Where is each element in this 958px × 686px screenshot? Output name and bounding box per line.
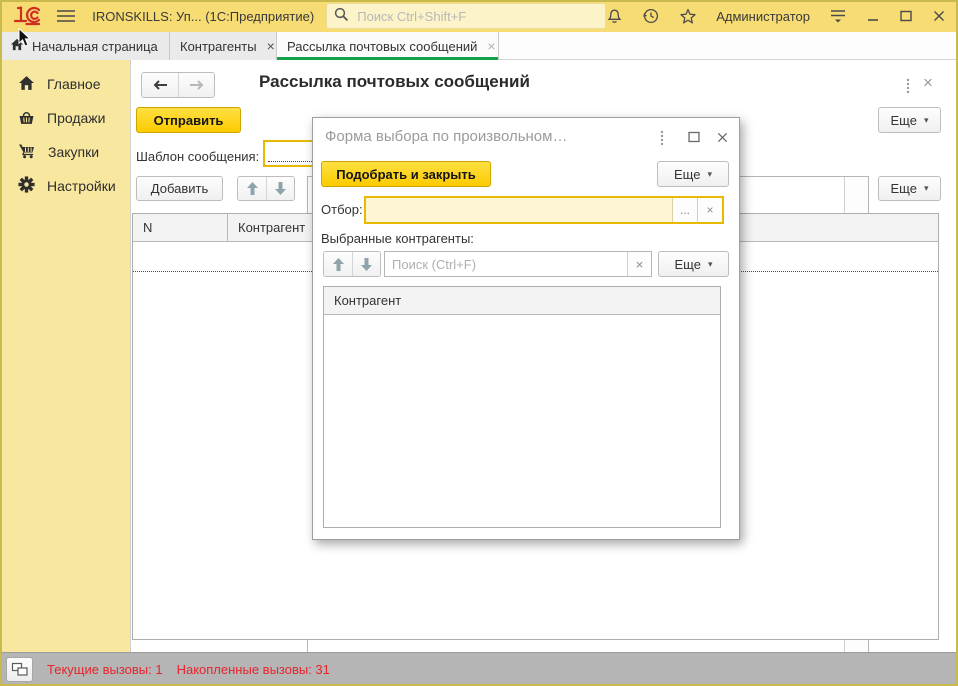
back-button[interactable] xyxy=(142,73,178,97)
filter-input[interactable] xyxy=(366,203,672,218)
move-down-icon[interactable] xyxy=(266,177,294,200)
chevron-down-icon: ▾ xyxy=(708,259,713,270)
global-search-input[interactable] xyxy=(355,8,598,25)
clear-search-icon[interactable]: × xyxy=(627,252,651,276)
global-search[interactable] xyxy=(326,3,606,29)
tab-contractors[interactable]: Контрагенты × xyxy=(170,32,277,60)
tab-label: Начальная страница xyxy=(32,39,158,54)
app-window: IRONSKILLS: Уп... (1С:Предприятие) xyxy=(0,0,958,686)
current-calls: Текущие вызовы: 1 xyxy=(47,662,163,677)
sidebar-item-settings[interactable]: Настройки xyxy=(0,169,130,203)
minimize-window-icon[interactable] xyxy=(866,9,880,23)
history-icon[interactable] xyxy=(642,7,660,25)
dialog-search-input[interactable] xyxy=(385,257,627,272)
pick-and-close-button[interactable]: Подобрать и закрыть xyxy=(321,161,491,187)
basket-icon xyxy=(18,109,35,128)
chevron-down-icon: ▾ xyxy=(924,115,929,126)
close-window-icon[interactable] xyxy=(932,9,946,23)
page-close-icon[interactable]: × xyxy=(923,73,933,93)
column-header-contractor[interactable]: Контрагент xyxy=(324,287,720,314)
page-title: Рассылка почтовых сообщений xyxy=(259,72,530,92)
sidebar-item-label: Закупки xyxy=(48,144,99,160)
current-user[interactable]: Администратор xyxy=(716,9,810,24)
filter-field[interactable]: ... × xyxy=(364,196,724,224)
sidebar-item-label: Настройки xyxy=(47,178,116,194)
sidebar-item-label: Продажи xyxy=(47,110,105,126)
page-menu-icon[interactable] xyxy=(901,77,915,95)
titlebar: IRONSKILLS: Уп... (1С:Предприятие) xyxy=(0,0,958,32)
selected-contractors-table[interactable]: Контрагент xyxy=(323,286,721,528)
move-up-icon[interactable] xyxy=(324,252,352,276)
tab-mail-distribution[interactable]: Рассылка почтовых сообщений × xyxy=(277,32,499,60)
maximize-window-icon[interactable] xyxy=(899,9,913,23)
dialog-title: Форма выбора по произвольном… xyxy=(325,128,567,145)
table-header: Контрагент xyxy=(324,287,720,315)
gear-icon xyxy=(18,176,35,196)
more-button[interactable]: Еще▾ xyxy=(657,161,729,187)
performance-indicator-icon[interactable] xyxy=(6,657,33,682)
template-label: Шаблон сообщения: xyxy=(136,149,259,164)
favorites-star-icon[interactable] xyxy=(679,8,697,25)
column-header-n[interactable]: N xyxy=(133,214,227,241)
chevron-down-icon: ▾ xyxy=(924,183,929,194)
selected-contractors-label: Выбранные контрагенты: xyxy=(321,231,474,246)
clear-filter-icon[interactable]: × xyxy=(697,198,722,222)
home-icon xyxy=(18,75,35,94)
sidebar-item-sales[interactable]: Продажи xyxy=(0,101,130,135)
selection-dialog: Форма выбора по произвольном… Подобрать … xyxy=(312,117,740,540)
tab-home[interactable]: Начальная страница xyxy=(0,32,170,60)
home-icon xyxy=(10,38,24,54)
sidebar-item-purchases[interactable]: Закупки xyxy=(0,135,130,169)
hamburger-menu-icon[interactable] xyxy=(56,7,76,25)
notifications-bell-icon[interactable] xyxy=(606,8,623,25)
tab-label: Контрагенты xyxy=(180,39,257,54)
more-button[interactable]: Еще▾ xyxy=(878,176,941,201)
cart-icon xyxy=(18,143,36,162)
sidebar: Главное Продажи xyxy=(0,60,130,652)
search-icon xyxy=(334,7,349,25)
reorder-buttons xyxy=(237,176,295,201)
sidebar-item-main[interactable]: Главное xyxy=(0,67,130,101)
choose-ellipsis-icon[interactable]: ... xyxy=(672,198,697,222)
more-button[interactable]: Еще▾ xyxy=(878,107,941,133)
1c-logo-icon xyxy=(12,5,42,27)
more-button[interactable]: Еще▾ xyxy=(658,251,729,277)
tab-label: Рассылка почтовых сообщений xyxy=(287,39,477,54)
forward-button[interactable] xyxy=(178,73,214,97)
sidebar-item-label: Главное xyxy=(47,76,101,92)
send-button[interactable]: Отправить xyxy=(136,107,241,133)
tab-close-icon[interactable]: × xyxy=(265,39,277,53)
titlebar-actions: Администратор xyxy=(606,7,958,25)
move-up-icon[interactable] xyxy=(238,177,266,200)
dialog-menu-icon[interactable] xyxy=(655,129,669,147)
filter-label: Отбор: xyxy=(321,202,363,217)
chevron-down-icon: ▾ xyxy=(707,169,712,180)
dialog-close-icon[interactable] xyxy=(713,128,731,146)
reorder-buttons xyxy=(323,251,381,277)
statusbar: Текущие вызовы: 1 Накопленные вызовы: 31 xyxy=(0,652,958,686)
tab-close-icon[interactable]: × xyxy=(485,39,497,53)
dialog-maximize-icon[interactable] xyxy=(685,129,703,145)
functions-menu-icon[interactable] xyxy=(829,8,847,25)
app-title: IRONSKILLS: Уп... (1С:Предприятие) xyxy=(92,9,314,24)
add-button[interactable]: Добавить xyxy=(136,176,223,201)
accumulated-calls: Накопленные вызовы: 31 xyxy=(177,662,330,677)
tabbar: Начальная страница Контрагенты × Рассылк… xyxy=(0,32,958,60)
move-down-icon[interactable] xyxy=(352,252,380,276)
navigation-buttons xyxy=(141,72,215,98)
dialog-search-field[interactable]: × xyxy=(384,251,652,277)
